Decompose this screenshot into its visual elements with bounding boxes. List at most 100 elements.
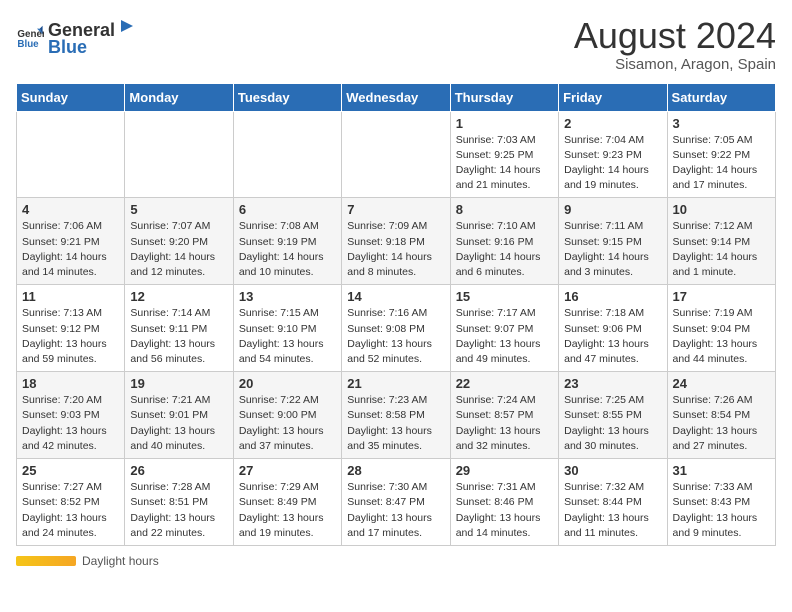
page-header: General Blue General Blue August 2024 Si… — [16, 16, 776, 73]
day-info: Sunrise: 7:32 AMSunset: 8:44 PMDaylight:… — [564, 480, 661, 541]
day-number: 21 — [347, 376, 444, 391]
footer-note: Daylight hours — [16, 554, 776, 568]
day-number: 2 — [564, 116, 661, 131]
day-info: Sunrise: 7:10 AMSunset: 9:16 PMDaylight:… — [456, 219, 553, 280]
day-info: Sunrise: 7:05 AMSunset: 9:22 PMDaylight:… — [673, 133, 770, 194]
day-number: 23 — [564, 376, 661, 391]
calendar-week-3: 11 Sunrise: 7:13 AMSunset: 9:12 PMDayligh… — [17, 285, 776, 372]
calendar-cell: 11 Sunrise: 7:13 AMSunset: 9:12 PMDayligh… — [17, 285, 125, 372]
day-info: Sunrise: 7:30 AMSunset: 8:47 PMDaylight:… — [347, 480, 444, 541]
day-info: Sunrise: 7:29 AMSunset: 8:49 PMDaylight:… — [239, 480, 336, 541]
day-info: Sunrise: 7:27 AMSunset: 8:52 PMDaylight:… — [22, 480, 119, 541]
day-info: Sunrise: 7:09 AMSunset: 9:18 PMDaylight:… — [347, 219, 444, 280]
day-number: 31 — [673, 463, 770, 478]
calendar-cell: 24 Sunrise: 7:26 AMSunset: 8:54 PMDayligh… — [667, 372, 775, 459]
page-title: August 2024 — [574, 16, 776, 56]
calendar-cell: 25 Sunrise: 7:27 AMSunset: 8:52 PMDayligh… — [17, 459, 125, 546]
day-info: Sunrise: 7:22 AMSunset: 9:00 PMDaylight:… — [239, 393, 336, 454]
day-header-sunday: Sunday — [17, 83, 125, 111]
calendar-cell: 27 Sunrise: 7:29 AMSunset: 8:49 PMDayligh… — [233, 459, 341, 546]
calendar-cell: 13 Sunrise: 7:15 AMSunset: 9:10 PMDayligh… — [233, 285, 341, 372]
day-info: Sunrise: 7:12 AMSunset: 9:14 PMDaylight:… — [673, 219, 770, 280]
calendar-cell: 29 Sunrise: 7:31 AMSunset: 8:46 PMDayligh… — [450, 459, 558, 546]
day-number: 5 — [130, 202, 227, 217]
logo-arrow-icon — [117, 16, 137, 36]
day-number: 22 — [456, 376, 553, 391]
day-number: 26 — [130, 463, 227, 478]
day-number: 10 — [673, 202, 770, 217]
calendar-week-1: 1Sunrise: 7:03 AMSunset: 9:25 PMDaylight… — [17, 111, 776, 198]
day-number: 27 — [239, 463, 336, 478]
day-number: 9 — [564, 202, 661, 217]
day-number: 12 — [130, 289, 227, 304]
calendar-body: 1Sunrise: 7:03 AMSunset: 9:25 PMDaylight… — [17, 111, 776, 545]
day-number: 24 — [673, 376, 770, 391]
day-header-friday: Friday — [559, 83, 667, 111]
calendar-week-2: 4Sunrise: 7:06 AMSunset: 9:21 PMDaylight… — [17, 198, 776, 285]
day-number: 30 — [564, 463, 661, 478]
day-info: Sunrise: 7:08 AMSunset: 9:19 PMDaylight:… — [239, 219, 336, 280]
day-info: Sunrise: 7:31 AMSunset: 8:46 PMDaylight:… — [456, 480, 553, 541]
day-number: 17 — [673, 289, 770, 304]
calendar-cell: 4Sunrise: 7:06 AMSunset: 9:21 PMDaylight… — [17, 198, 125, 285]
calendar-cell: 1Sunrise: 7:03 AMSunset: 9:25 PMDaylight… — [450, 111, 558, 198]
day-number: 16 — [564, 289, 661, 304]
day-number: 13 — [239, 289, 336, 304]
daylight-bar-icon — [16, 556, 76, 566]
day-info: Sunrise: 7:07 AMSunset: 9:20 PMDaylight:… — [130, 219, 227, 280]
day-info: Sunrise: 7:18 AMSunset: 9:06 PMDaylight:… — [564, 306, 661, 367]
day-number: 3 — [673, 116, 770, 131]
day-number: 8 — [456, 202, 553, 217]
day-info: Sunrise: 7:33 AMSunset: 8:43 PMDaylight:… — [673, 480, 770, 541]
day-info: Sunrise: 7:04 AMSunset: 9:23 PMDaylight:… — [564, 133, 661, 194]
day-info: Sunrise: 7:28 AMSunset: 8:51 PMDaylight:… — [130, 480, 227, 541]
calendar-cell: 9Sunrise: 7:11 AMSunset: 9:15 PMDaylight… — [559, 198, 667, 285]
day-number: 25 — [22, 463, 119, 478]
day-number: 4 — [22, 202, 119, 217]
calendar-cell — [342, 111, 450, 198]
day-header-saturday: Saturday — [667, 83, 775, 111]
day-info: Sunrise: 7:13 AMSunset: 9:12 PMDaylight:… — [22, 306, 119, 367]
calendar-cell: 30 Sunrise: 7:32 AMSunset: 8:44 PMDayligh… — [559, 459, 667, 546]
calendar-cell: 28Sunrise: 7:30 AMSunset: 8:47 PMDayligh… — [342, 459, 450, 546]
day-number: 7 — [347, 202, 444, 217]
day-number: 11 — [22, 289, 119, 304]
day-number: 18 — [22, 376, 119, 391]
day-number: 14 — [347, 289, 444, 304]
calendar-cell: 16 Sunrise: 7:18 AMSunset: 9:06 PMDayligh… — [559, 285, 667, 372]
calendar-cell: 12 Sunrise: 7:14 AMSunset: 9:11 PMDayligh… — [125, 285, 233, 372]
calendar-cell: 8 Sunrise: 7:10 AMSunset: 9:16 PMDaylight… — [450, 198, 558, 285]
calendar-table: SundayMondayTuesdayWednesdayThursdayFrid… — [16, 83, 776, 546]
svg-text:Blue: Blue — [17, 39, 39, 50]
calendar-cell: 2 Sunrise: 7:04 AMSunset: 9:23 PMDaylight… — [559, 111, 667, 198]
calendar-cell: 3 Sunrise: 7:05 AMSunset: 9:22 PMDaylight… — [667, 111, 775, 198]
day-info: Sunrise: 7:24 AMSunset: 8:57 PMDaylight:… — [456, 393, 553, 454]
day-number: 29 — [456, 463, 553, 478]
day-info: Sunrise: 7:26 AMSunset: 8:54 PMDaylight:… — [673, 393, 770, 454]
calendar-cell: 15Sunrise: 7:17 AMSunset: 9:07 PMDayligh… — [450, 285, 558, 372]
calendar-cell: 5 Sunrise: 7:07 AMSunset: 9:20 PMDaylight… — [125, 198, 233, 285]
day-header-wednesday: Wednesday — [342, 83, 450, 111]
calendar-cell: 19 Sunrise: 7:21 AMSunset: 9:01 PMDayligh… — [125, 372, 233, 459]
day-info: Sunrise: 7:14 AMSunset: 9:11 PMDaylight:… — [130, 306, 227, 367]
day-number: 1 — [456, 116, 553, 131]
calendar-cell: 14 Sunrise: 7:16 AMSunset: 9:08 PMDayligh… — [342, 285, 450, 372]
day-info: Sunrise: 7:21 AMSunset: 9:01 PMDaylight:… — [130, 393, 227, 454]
day-info: Sunrise: 7:20 AMSunset: 9:03 PMDaylight:… — [22, 393, 119, 454]
day-info: Sunrise: 7:23 AMSunset: 8:58 PMDaylight:… — [347, 393, 444, 454]
days-of-week-row: SundayMondayTuesdayWednesdayThursdayFrid… — [17, 83, 776, 111]
calendar-cell: 20 Sunrise: 7:22 AMSunset: 9:00 PMDayligh… — [233, 372, 341, 459]
calendar-cell: 18 Sunrise: 7:20 AMSunset: 9:03 PMDayligh… — [17, 372, 125, 459]
calendar-cell: 6Sunrise: 7:08 AMSunset: 9:19 PMDaylight… — [233, 198, 341, 285]
calendar-cell: 10 Sunrise: 7:12 AMSunset: 9:14 PMDayligh… — [667, 198, 775, 285]
day-info: Sunrise: 7:16 AMSunset: 9:08 PMDaylight:… — [347, 306, 444, 367]
calendar-cell — [17, 111, 125, 198]
day-info: Sunrise: 7:17 AMSunset: 9:07 PMDaylight:… — [456, 306, 553, 367]
calendar-week-4: 18 Sunrise: 7:20 AMSunset: 9:03 PMDayligh… — [17, 372, 776, 459]
day-number: 20 — [239, 376, 336, 391]
day-info: Sunrise: 7:15 AMSunset: 9:10 PMDaylight:… — [239, 306, 336, 367]
calendar-cell: 17Sunrise: 7:19 AMSunset: 9:04 PMDayligh… — [667, 285, 775, 372]
calendar-cell: 22 Sunrise: 7:24 AMSunset: 8:57 PMDayligh… — [450, 372, 558, 459]
calendar-cell — [125, 111, 233, 198]
day-number: 19 — [130, 376, 227, 391]
